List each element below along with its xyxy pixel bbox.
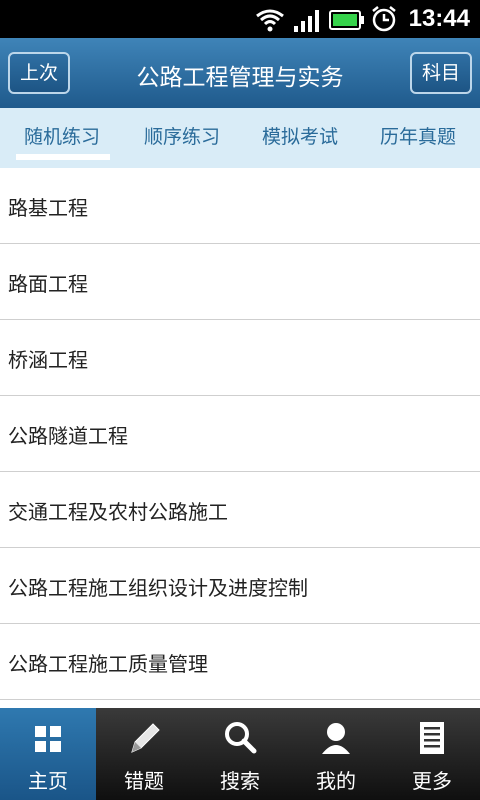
list-item[interactable]: 公路隧道工程	[0, 396, 480, 472]
nav-search[interactable]: 搜索	[192, 708, 288, 800]
signal-icon	[294, 10, 319, 32]
list-icon	[420, 722, 444, 754]
nav-mine[interactable]: 我的	[288, 708, 384, 800]
list-item[interactable]: 交通工程及农村公路施工	[0, 472, 480, 548]
list-item-label: 交通工程及农村公路施工	[8, 500, 228, 524]
list-item[interactable]: 路基工程	[0, 168, 480, 244]
alarm-icon	[372, 6, 396, 32]
battery-icon	[329, 10, 364, 30]
person-icon	[322, 723, 350, 754]
nav-mine-label: 我的	[316, 769, 356, 793]
list-item[interactable]: 路面工程	[0, 244, 480, 320]
list-item-label: 路面工程	[8, 272, 88, 296]
clock-time: 13:44	[408, 5, 470, 32]
list-item-label: 公路工程施工组织设计及进度控制	[8, 576, 308, 600]
list-item[interactable]: 公路工程施工组织设计及进度控制	[0, 548, 480, 624]
nav-home[interactable]: 主页	[0, 708, 96, 800]
search-icon	[225, 722, 257, 754]
nav-mistakes[interactable]: 错题	[96, 708, 192, 800]
pencil-icon	[131, 723, 160, 753]
app-header: 上次 公路工程管理与实务 科目	[0, 38, 480, 108]
list-item-label: 路基工程	[8, 196, 88, 220]
nav-search-label: 搜索	[220, 769, 260, 793]
status-bar: 13:44	[0, 0, 480, 38]
grid-icon	[35, 726, 61, 752]
page-title: 公路工程管理与实务	[136, 65, 344, 91]
list-item[interactable]: 公路工程施工质量管理	[0, 624, 480, 700]
nav-mistakes-label: 错题	[124, 769, 164, 793]
list-item-label: 公路工程施工质量管理	[8, 652, 208, 676]
wifi-icon	[256, 9, 284, 32]
nav-more-label: 更多	[412, 769, 452, 793]
list-item-label: 公路隧道工程	[8, 424, 128, 448]
bottom-nav: 主页 错题 搜索 我的 更多	[0, 708, 480, 800]
tab-sequential-practice[interactable]: 顺序练习	[134, 108, 230, 168]
nav-more[interactable]: 更多	[384, 708, 480, 800]
nav-home-label: 主页	[28, 769, 68, 793]
list-item-label: 桥涵工程	[8, 348, 88, 372]
chapter-list: 路基工程 路面工程 桥涵工程 公路隧道工程 交通工程及农村公路施工 公路工程施工…	[0, 168, 480, 700]
active-tab-indicator	[16, 154, 110, 160]
tab-mock-exam[interactable]: 模拟考试	[252, 108, 348, 168]
list-item[interactable]: 桥涵工程	[0, 320, 480, 396]
tab-past-exams[interactable]: 历年真题	[370, 108, 466, 168]
subject-button[interactable]: 科目	[409, 52, 472, 94]
